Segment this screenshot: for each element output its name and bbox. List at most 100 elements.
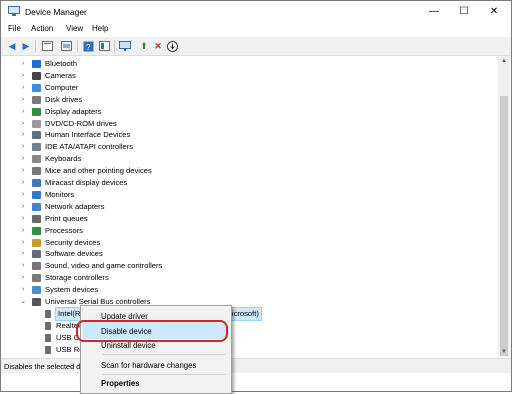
- device-category-icon: [32, 179, 41, 187]
- maximize-button[interactable]: ☐: [449, 1, 479, 23]
- device-category-icon: [32, 190, 41, 199]
- vertical-scrollbar[interactable]: ▲ ▼: [498, 56, 510, 357]
- expand-chevron-icon[interactable]: ›: [19, 201, 27, 213]
- context-menu-separator: [103, 354, 225, 355]
- usb-icon: [45, 321, 51, 330]
- scroll-thumb[interactable]: [500, 96, 508, 356]
- scroll-down-icon[interactable]: ▼: [498, 347, 510, 357]
- expand-chevron-icon[interactable]: ›: [19, 248, 27, 260]
- tree-item-label: Mice and other pointing devices: [45, 166, 152, 176]
- context-menu-separator: [103, 374, 225, 375]
- expand-chevron-icon[interactable]: ›: [19, 153, 27, 165]
- toolbar-separator: [114, 40, 115, 52]
- title-bar: Device Manager — ☐ ✕: [1, 1, 511, 23]
- expand-chevron-icon[interactable]: ›: [19, 189, 27, 201]
- device-category-icon: [32, 226, 41, 235]
- menu-file[interactable]: File: [8, 24, 21, 33]
- tree-item-label: Bluetooth: [45, 59, 78, 68]
- toolbar-separator: [35, 40, 36, 52]
- window-title: Device Manager: [25, 7, 87, 17]
- device-category-icon: [32, 250, 41, 259]
- status-bar: Disables the selected d: [1, 358, 511, 373]
- tree-item-label: Monitors: [45, 189, 75, 199]
- usb-icon: [45, 345, 51, 354]
- expand-chevron-icon[interactable]: ›: [19, 165, 27, 177]
- menu-view[interactable]: View: [66, 24, 83, 33]
- tree-item-label: Sound, video and game controllers: [45, 261, 163, 271]
- tree-item-label: Software devices: [45, 249, 103, 259]
- device-category-icon: [32, 214, 41, 223]
- context-menu: Update driver Disable device Uninstall d…: [80, 305, 232, 394]
- tree-item-label: Human Interface Devices: [45, 130, 131, 140]
- expand-chevron-icon[interactable]: ›: [19, 141, 27, 153]
- device-category-icon: [32, 202, 41, 211]
- device-category-icon: [32, 167, 41, 176]
- device-category-icon: [32, 238, 41, 247]
- expand-chevron-icon[interactable]: ›: [19, 284, 27, 296]
- tree-item-label: Miracast display devices: [45, 178, 128, 187]
- device-category-icon: [32, 131, 41, 140]
- collapse-chevron-icon[interactable]: ⌄: [19, 296, 27, 308]
- help-icon[interactable]: ?: [81, 39, 95, 53]
- uninstall-icon[interactable]: ✕: [151, 39, 165, 53]
- device-category-icon: [32, 274, 41, 283]
- menu-scan-hardware[interactable]: Scan for hardware changes: [101, 361, 196, 370]
- expand-chevron-icon[interactable]: ›: [19, 70, 27, 82]
- expand-chevron-icon[interactable]: ›: [19, 118, 27, 130]
- highlight-annotation-ring: [76, 320, 228, 342]
- tree-item-label: Computer: [45, 82, 79, 92]
- device-category-icon: [32, 286, 41, 295]
- expand-chevron-icon[interactable]: ›: [19, 213, 27, 225]
- back-arrow-icon[interactable]: ◀: [5, 39, 19, 53]
- download-icon[interactable]: [165, 39, 179, 53]
- scroll-up-icon[interactable]: ▲: [498, 56, 510, 66]
- device-category-icon: [32, 298, 41, 306]
- tree-item-label: System devices: [45, 285, 99, 295]
- menu-properties[interactable]: Properties: [101, 379, 140, 388]
- monitor-icon[interactable]: [118, 39, 132, 53]
- device-category-icon: [32, 95, 41, 104]
- forward-arrow-icon[interactable]: ▶: [19, 39, 33, 53]
- expand-chevron-icon[interactable]: ›: [19, 225, 27, 237]
- show-hidden-icon[interactable]: [59, 39, 73, 53]
- expand-chevron-icon[interactable]: ›: [19, 106, 27, 118]
- tree-item-label: Print queues: [45, 213, 88, 223]
- expand-chevron-icon[interactable]: ›: [19, 94, 27, 106]
- menu-properties-label: Properties: [101, 379, 140, 388]
- minimize-button[interactable]: —: [419, 1, 449, 23]
- device-category-icon: [32, 60, 41, 68]
- toolbar-separator: [77, 40, 78, 52]
- expand-chevron-icon[interactable]: ›: [19, 82, 27, 94]
- menu-bar: File Action View Help: [1, 23, 511, 37]
- expand-chevron-icon[interactable]: ›: [19, 237, 27, 249]
- device-category-icon: [32, 119, 41, 128]
- usb-icon: [45, 309, 51, 318]
- tree-item-label: Display adapters: [45, 106, 102, 116]
- toolbar: ◀ ▶ ? ⬆ ✕: [1, 37, 511, 56]
- status-text: Disables the selected d: [4, 362, 81, 371]
- scan-icon[interactable]: [97, 39, 111, 53]
- menu-uninstall-device[interactable]: Uninstall device: [101, 341, 156, 350]
- menu-help[interactable]: Help: [92, 24, 108, 33]
- expand-chevron-icon[interactable]: ›: [19, 129, 27, 141]
- menu-scan-hardware-label: Scan for hardware changes: [101, 361, 197, 370]
- tree-item-label: Disk drives: [45, 94, 83, 104]
- menu-action[interactable]: Action: [31, 24, 53, 33]
- expand-chevron-icon[interactable]: ›: [19, 260, 27, 272]
- tree-item-label: Processors: [45, 225, 83, 235]
- close-button[interactable]: ✕: [479, 1, 509, 23]
- tree-item-label: Security devices: [45, 237, 101, 247]
- tree-item-label: IDE ATA/ATAPI controllers: [45, 142, 134, 152]
- device-category-icon: [32, 143, 41, 152]
- update-driver-icon[interactable]: ⬆: [137, 39, 151, 53]
- expand-chevron-icon[interactable]: ›: [19, 58, 27, 70]
- device-category-icon: [32, 155, 41, 164]
- expand-chevron-icon[interactable]: ›: [19, 177, 27, 189]
- tree-item-label: Keyboards: [45, 154, 82, 164]
- device-category-icon: [32, 107, 41, 116]
- device-category-icon: [32, 262, 41, 271]
- properties-icon[interactable]: [40, 39, 54, 53]
- tree-item-label: DVD/CD-ROM drives: [45, 118, 117, 128]
- tree-item-label: Storage controllers: [45, 273, 109, 283]
- expand-chevron-icon[interactable]: ›: [19, 272, 27, 284]
